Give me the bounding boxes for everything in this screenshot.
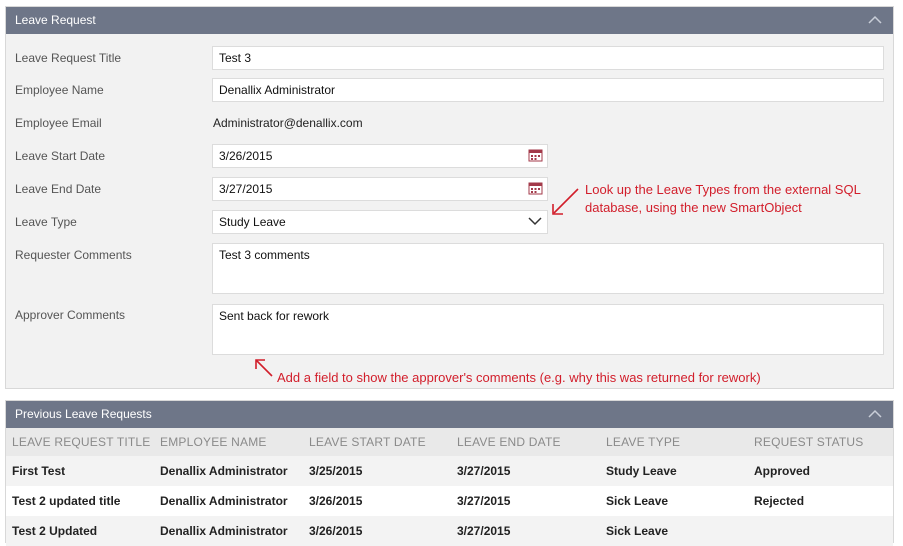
table-row[interactable]: Test 2 updated title Denallix Administra… — [6, 486, 893, 516]
employee-name-field[interactable]: Denallix Administrator — [212, 78, 884, 102]
table-cell: Study Leave — [600, 456, 748, 486]
leave-end-date-value: 3/27/2015 — [219, 182, 273, 196]
table-cell: Denallix Administrator — [154, 456, 303, 486]
column-header-end-date[interactable]: LEAVE END DATE — [451, 428, 600, 456]
table-cell: Test 2 updated title — [6, 486, 154, 516]
table-cell: 3/26/2015 — [303, 516, 451, 546]
chevron-up-icon[interactable] — [867, 13, 883, 27]
column-header-status[interactable]: REQUEST STATUS — [748, 428, 893, 456]
table-cell: 3/27/2015 — [451, 516, 600, 546]
leave-request-panel: Leave Request Leave Request Title Test 3… — [5, 6, 894, 389]
leave-type-selected: Study Leave — [219, 215, 286, 229]
table-cell: 3/26/2015 — [303, 486, 451, 516]
leave-end-date-field[interactable]: 3/27/2015 — [212, 177, 548, 201]
requester-comments-field[interactable]: Test 3 comments — [212, 243, 884, 294]
leave-type-annotation-line2: database, using the new SmartObject — [585, 200, 802, 215]
leave-type-label: Leave Type — [15, 215, 77, 229]
table-row[interactable]: First Test Denallix Administrator 3/25/2… — [6, 456, 893, 486]
leave-type-dropdown[interactable]: Study Leave — [212, 210, 548, 234]
column-header-start-date[interactable]: LEAVE START DATE — [303, 428, 451, 456]
column-header-leave-type[interactable]: LEAVE TYPE — [600, 428, 748, 456]
table-cell: Rejected — [748, 486, 893, 516]
column-header-employee[interactable]: EMPLOYEE NAME — [154, 428, 303, 456]
previous-leave-requests-table: LEAVE REQUEST TITLE EMPLOYEE NAME LEAVE … — [6, 428, 893, 546]
previous-leave-requests-title: Previous Leave Requests — [15, 407, 152, 421]
employee-name-label: Employee Name — [15, 83, 104, 97]
calendar-icon[interactable] — [528, 181, 543, 195]
table-header-row: LEAVE REQUEST TITLE EMPLOYEE NAME LEAVE … — [6, 428, 893, 456]
leave-type-annotation-arrow — [552, 188, 579, 215]
table-cell: 3/27/2015 — [451, 486, 600, 516]
leave-start-date-value: 3/26/2015 — [219, 149, 273, 163]
previous-leave-requests-panel: Previous Leave Requests LEAVE REQUEST TI… — [5, 400, 894, 546]
leave-end-date-label: Leave End Date — [15, 182, 102, 196]
table-cell: Approved — [748, 456, 893, 486]
leave-request-title-label: Leave Request Title — [15, 51, 122, 65]
table-row[interactable]: Test 2 Updated Denallix Administrator 3/… — [6, 516, 893, 546]
chevron-up-icon[interactable] — [867, 407, 883, 421]
leave-request-header[interactable]: Leave Request — [6, 7, 893, 34]
approver-comments-field[interactable]: Sent back for rework — [212, 304, 884, 355]
table-cell: Test 2 Updated — [6, 516, 154, 546]
table-cell: First Test — [6, 456, 154, 486]
table-cell: Sick Leave — [600, 486, 748, 516]
table-cell: Sick Leave — [600, 516, 748, 546]
approver-annotation-arrow — [255, 359, 273, 377]
table-cell: Denallix Administrator — [154, 516, 303, 546]
calendar-icon[interactable] — [528, 148, 543, 162]
leave-request-title-field[interactable]: Test 3 — [212, 46, 884, 70]
leave-start-date-field[interactable]: 3/26/2015 — [212, 144, 548, 168]
employee-email-label: Employee Email — [15, 116, 102, 130]
table-cell: 3/27/2015 — [451, 456, 600, 486]
column-header-title[interactable]: LEAVE REQUEST TITLE — [6, 428, 154, 456]
chevron-down-icon[interactable] — [527, 215, 543, 227]
leave-start-date-label: Leave Start Date — [15, 149, 106, 163]
leave-type-annotation-line1: Look up the Leave Types from the externa… — [585, 182, 861, 197]
employee-email-value: Administrator@denallix.com — [213, 116, 363, 130]
approver-comments-label: Approver Comments — [15, 308, 126, 322]
table-cell — [748, 516, 893, 546]
table-cell: 3/25/2015 — [303, 456, 451, 486]
previous-leave-requests-header[interactable]: Previous Leave Requests — [6, 401, 893, 428]
table-cell: Denallix Administrator — [154, 486, 303, 516]
leave-request-header-title: Leave Request — [15, 13, 96, 27]
approver-annotation-text: Add a field to show the approver's comme… — [277, 370, 761, 385]
requester-comments-label: Requester Comments — [15, 248, 132, 262]
